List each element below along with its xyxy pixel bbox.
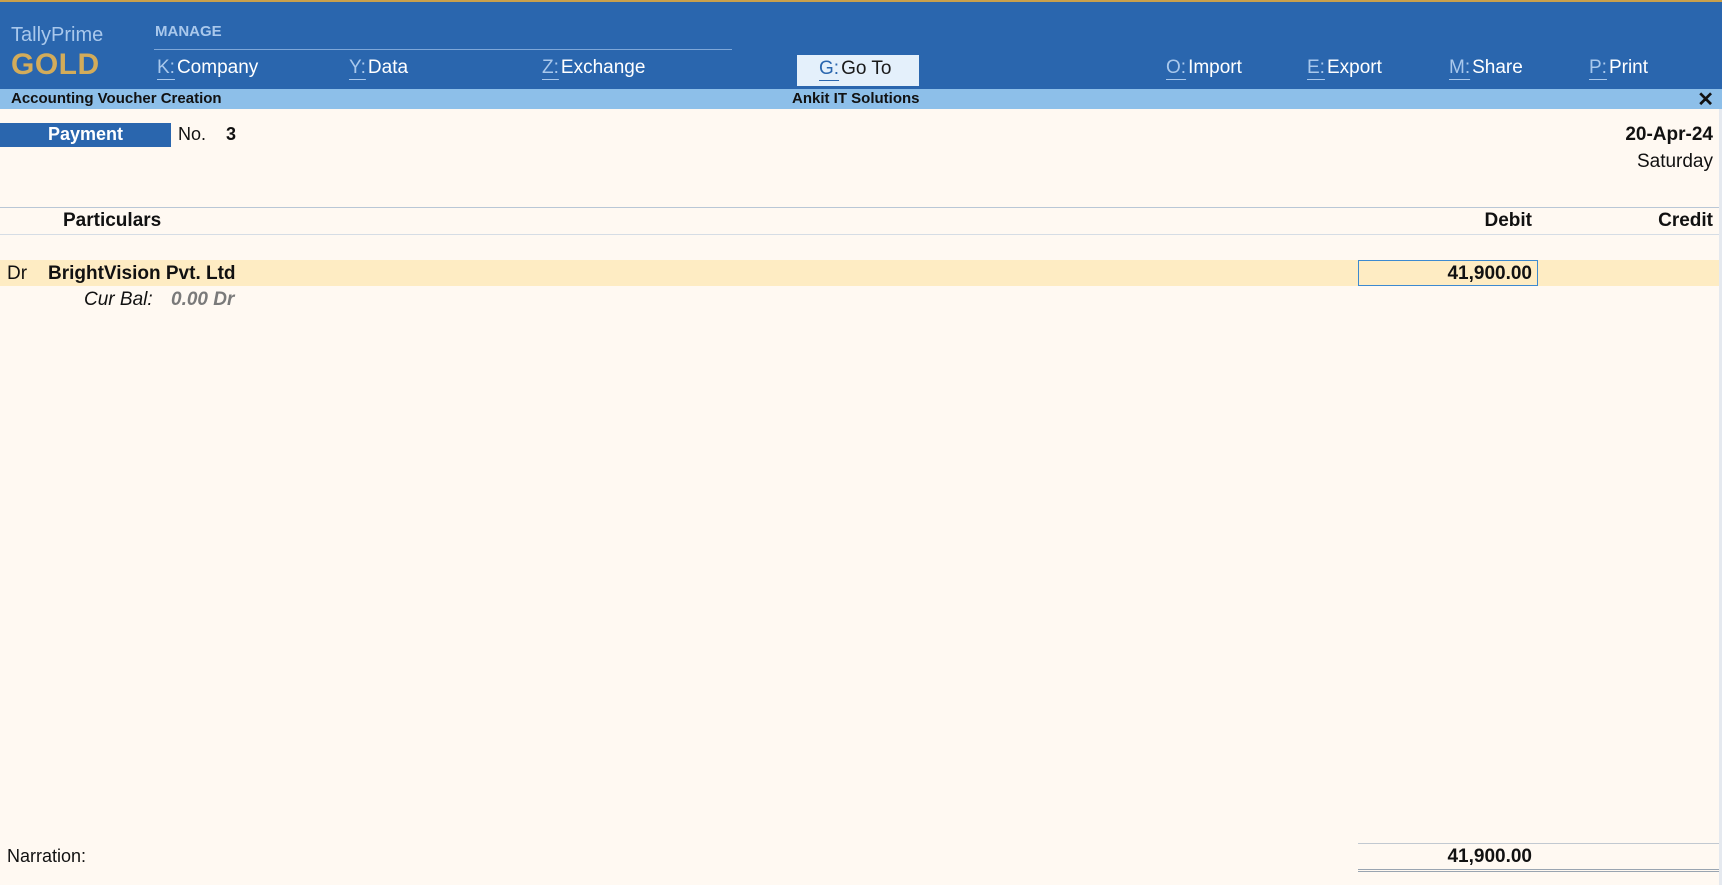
top-menu-bar: TallyPrime GOLD MANAGE K: Company Y: Data … (0, 0, 1722, 89)
close-icon[interactable]: ✕ (1697, 87, 1714, 112)
column-header-debit: Debit (1484, 210, 1533, 231)
product-edition: GOLD (11, 48, 100, 81)
total-debit: 41,900.00 (1447, 846, 1532, 867)
ledger-name[interactable]: BrightVision Pvt. Ltd (48, 263, 236, 285)
total-double-underline (1358, 869, 1722, 870)
drcr-indicator[interactable]: Dr (7, 263, 27, 285)
column-header-credit: Credit (1658, 210, 1713, 231)
screen-title-bar: Accounting Voucher Creation Ankit IT Sol… (0, 87, 1722, 112)
total-double-underline-2 (1358, 871, 1722, 872)
menu-item-goto[interactable]: G: Go To (797, 55, 919, 86)
voucher-date[interactable]: 20-Apr-24 (1625, 124, 1713, 146)
product-name: TallyPrime (11, 24, 104, 46)
menu-item-data[interactable]: Y: Data (349, 57, 408, 79)
total-top-border (1358, 843, 1722, 844)
screen-title: Accounting Voucher Creation (11, 90, 222, 107)
menu-item-export[interactable]: E: Export (1307, 57, 1382, 79)
voucher-number: No. 3 (178, 124, 237, 144)
column-header-particulars: Particulars (63, 210, 162, 231)
current-balance-label: Cur Bal: (84, 289, 153, 310)
narration-label[interactable]: Narration: (7, 846, 86, 867)
menu-item-print[interactable]: P: Print (1589, 57, 1648, 79)
voucher-number-value[interactable]: 3 (226, 124, 236, 144)
company-name: Ankit IT Solutions (792, 90, 920, 107)
menu-item-company[interactable]: K: Company (157, 57, 258, 79)
table-header-bottom-border (0, 234, 1722, 235)
voucher-day: Saturday (1636, 151, 1713, 172)
menu-section-divider (154, 49, 732, 50)
current-balance-value: 0.00 Dr (171, 289, 235, 310)
menu-item-import[interactable]: O: Import (1166, 57, 1242, 79)
menu-section-title: MANAGE (155, 23, 222, 40)
menu-item-exchange[interactable]: Z: Exchange (542, 57, 645, 79)
voucher-type[interactable]: Payment (0, 123, 171, 147)
menu-item-share[interactable]: M: Share (1449, 57, 1523, 79)
current-balance: Cur Bal: 0.00 Dr (84, 289, 234, 311)
table-header-top-border (0, 207, 1722, 208)
debit-amount-field[interactable]: 41,900.00 (1358, 260, 1538, 286)
table-row[interactable]: Dr BrightVision Pvt. Ltd 41,900.00 (0, 260, 1722, 286)
